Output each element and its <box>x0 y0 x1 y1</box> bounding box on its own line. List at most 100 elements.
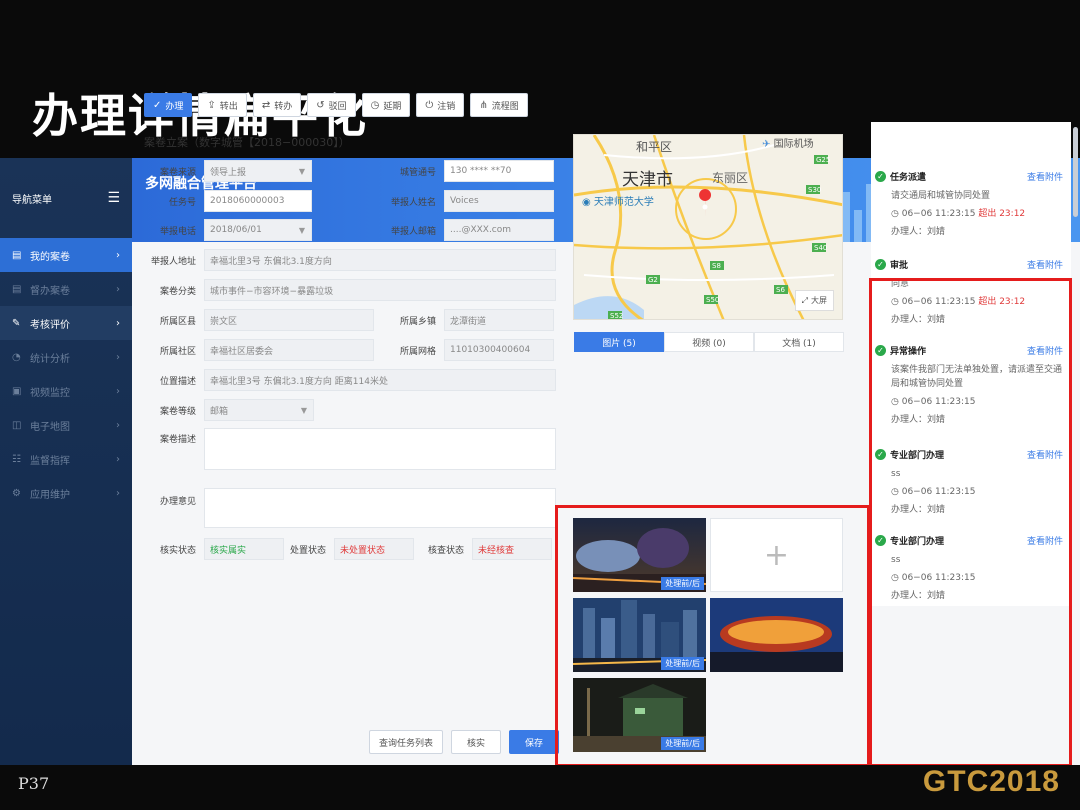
sidebar: 导航菜单 ☰ ▤ 我的案卷 › ▤ 督办案卷 › ✎ 考核评价 › ◔ 统计分析 › ▣ 视频监控 › ◫ 电子… <box>0 158 132 765</box>
sidebar-item-label: 我的案卷 <box>30 251 70 263</box>
opinion-label: 办理意见 <box>159 497 196 507</box>
toolbar-button[interactable]: ↺ 驳回 <box>307 93 356 117</box>
chevron-right-icon: › <box>116 283 120 295</box>
row-reporter: 举报人姓名 Voices <box>384 190 554 212</box>
toolbar-button-label: 驳回 <box>328 101 347 112</box>
action-toolbar: ✓ 办理 ⇪ 转出 ⇄ 转办 ↺ 驳回 ◷ 延期 ⏻ 注销 ⋔ 流程图 <box>144 93 528 117</box>
sidebar-item[interactable]: ◔ 统计分析 › <box>0 340 132 374</box>
view-attachment-link[interactable]: 查看附件 <box>1027 170 1063 183</box>
category-label: 案卷分类 <box>159 286 196 297</box>
toolbar-icon: ⏻ <box>425 99 434 111</box>
desc-textarea[interactable] <box>204 428 556 470</box>
pass-label: 城管通号 <box>399 167 436 178</box>
pie-icon: ◔ <box>12 351 21 363</box>
task-label: 任务号 <box>168 197 196 208</box>
check-circle-icon: ✓ <box>875 171 886 182</box>
toolbar-button[interactable]: ⏻ 注销 <box>416 93 465 117</box>
command-icon: ☷ <box>12 453 21 465</box>
map-label-heping: 和平区 <box>636 140 673 154</box>
source-label: 案卷来源 <box>159 167 196 178</box>
folder-icon: ▤ <box>12 283 22 295</box>
verify-button[interactable]: 核实 <box>451 730 501 754</box>
toolbar-icon: ✓ <box>153 99 162 111</box>
level-select[interactable]: 邮箱 ▼ <box>204 399 314 421</box>
sidebar-item[interactable]: ▤ 督办案卷 › <box>0 272 132 306</box>
row-location: 位置描述 幸福北里3号 东偏北3.1度方向 距离114米处 <box>144 369 556 391</box>
chevron-down-icon: ▼ <box>298 225 305 235</box>
page-number: P37 <box>18 774 50 793</box>
save-button[interactable]: 保存 <box>509 730 559 754</box>
sidebar-item-label: 考核评价 <box>30 319 70 331</box>
check-status: 未经核查 <box>472 538 552 560</box>
chevron-right-icon: › <box>116 419 120 431</box>
district-field[interactable]: 崇文区 <box>204 309 374 331</box>
row-opinion: 办理意见 <box>144 488 556 528</box>
sidebar-item[interactable]: ◫ 电子地图 › <box>0 408 132 442</box>
reporter-field[interactable]: Voices <box>444 190 554 212</box>
media-tab[interactable]: 文档 (1) <box>754 332 844 352</box>
menu-toggle-icon[interactable]: ☰ <box>107 190 120 206</box>
location-field[interactable]: 幸福北里3号 东偏北3.1度方向 距离114米处 <box>204 369 556 391</box>
handle-status: 未处置状态 <box>334 538 414 560</box>
grid-field[interactable]: 11010300400604 <box>444 339 554 361</box>
svg-text:S50: S50 <box>706 296 719 304</box>
district-label: 所属区县 <box>159 316 196 327</box>
sidebar-item-label: 统计分析 <box>30 353 70 365</box>
email-field[interactable]: ....@XXX.com <box>444 219 554 241</box>
chevron-right-icon: › <box>116 487 120 499</box>
row-verify: 核实状态 核实属实 <box>144 538 284 560</box>
map-panel[interactable]: G25 S30 S40 S6 S50 G2 S8 S52 和平区 天津市 东丽区… <box>573 134 843 320</box>
toolbar-button[interactable]: ⋔ 流程图 <box>470 93 528 117</box>
toolbar-button-label: 办理 <box>165 101 184 112</box>
fullscreen-button[interactable]: ⤢ 大屏 <box>794 290 834 311</box>
row-source: 案卷来源 领导上报 ▼ <box>144 160 312 182</box>
row-phone: 举报电话 2018/06/01 ▼ <box>144 219 312 241</box>
sidebar-item[interactable]: ⚙ 应用维护 › <box>0 476 132 510</box>
toolbar-button[interactable]: ◷ 延期 <box>361 93 411 117</box>
chevron-right-icon: › <box>116 317 120 329</box>
timeline-scrollbar[interactable] <box>1073 127 1078 217</box>
toolbar-button[interactable]: ⇄ 转办 <box>252 93 302 117</box>
query-tasks-button[interactable]: 查询任务列表 <box>369 730 443 754</box>
row-pass: 城管通号 130 **** **70 <box>384 160 554 182</box>
sidebar-item[interactable]: ▣ 视频监控 › <box>0 374 132 408</box>
location-pin-icon: ◉ <box>582 197 591 208</box>
map-label-city: 天津市 <box>622 170 673 190</box>
svg-text:S52: S52 <box>610 312 623 320</box>
svg-text:G25: G25 <box>816 156 830 164</box>
edit-icon: ✎ <box>12 317 21 329</box>
category-field[interactable]: 城市事件−市容环境−暴露垃圾 <box>204 279 556 301</box>
chevron-right-icon: › <box>116 351 120 363</box>
timeline-title: 审批 <box>890 261 909 271</box>
source-select[interactable]: 领导上报 ▼ <box>204 160 312 182</box>
overdue-badge: 超出 23:12 <box>978 209 1026 219</box>
level-label: 案卷等级 <box>159 406 196 417</box>
sidebar-item[interactable]: ☷ 监督指挥 › <box>0 442 132 476</box>
toolbar-icon: ↺ <box>316 99 325 111</box>
task-field[interactable]: 2018060000003 <box>204 190 312 212</box>
address-field[interactable]: 幸福北里3号 东偏北3.1度方向 <box>204 249 556 271</box>
view-attachment-link[interactable]: 查看附件 <box>1027 258 1063 271</box>
media-tab[interactable]: 视频 (0) <box>664 332 754 352</box>
brand-logo: GTC2018 <box>922 765 1060 798</box>
pass-field[interactable]: 130 **** **70 <box>444 160 554 182</box>
timeline-item: ✓ 任务派遣 查看附件 请交通局和城管协同处置 ◷ 06−06 11:23:15 超出 … <box>875 170 1063 239</box>
sidebar-item[interactable]: ✎ 考核评价 › <box>0 306 132 340</box>
check-circle-icon: ✓ <box>875 259 886 270</box>
toolbar-icon: ⋔ <box>479 99 488 111</box>
row-town: 所属乡镇 龙潭街道 <box>384 309 554 331</box>
sidebar-item-label: 电子地图 <box>30 421 70 433</box>
reporter-label: 举报人姓名 <box>390 197 436 208</box>
opinion-textarea[interactable] <box>204 488 556 528</box>
sidebar-item-label: 视频监控 <box>30 387 70 399</box>
toolbar-icon: ◷ <box>370 99 380 111</box>
toolbar-button[interactable]: ⇪ 转出 <box>198 93 247 117</box>
check-label: 核查状态 <box>427 545 464 556</box>
media-tab[interactable]: 图片 (5) <box>574 332 664 352</box>
community-field[interactable]: 幸福社区居委会 <box>204 339 374 361</box>
sidebar-item[interactable]: ▤ 我的案卷 › <box>0 238 132 272</box>
chevron-right-icon: › <box>116 249 120 261</box>
toolbar-button[interactable]: ✓ 办理 <box>144 93 193 117</box>
town-field[interactable]: 龙潭街道 <box>444 309 554 331</box>
phone-field[interactable]: 2018/06/01 ▼ <box>204 219 312 241</box>
